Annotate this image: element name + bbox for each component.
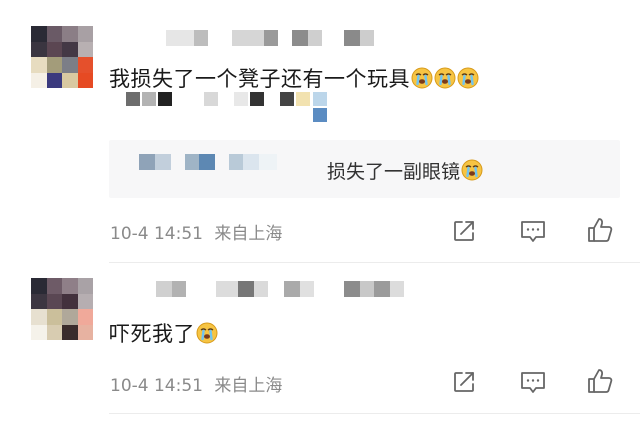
username-blurred[interactable]	[166, 30, 374, 46]
comment-text: 我损失了一个凳子还有一个玩具	[109, 63, 479, 93]
like-icon	[588, 369, 613, 393]
location: 来自上海	[214, 224, 283, 244]
crying-face-emoji	[457, 67, 479, 89]
timestamp: 10-4 14:51	[110, 376, 203, 396]
crying-face-emoji	[461, 159, 484, 181]
timestamp: 10-4 14:51	[110, 224, 203, 244]
like-icon	[588, 218, 613, 242]
comment-icon	[521, 372, 545, 393]
reply-text: 损失了一副眼镜	[327, 157, 484, 184]
divider	[109, 413, 640, 414]
like-button[interactable]	[586, 216, 614, 244]
share-button[interactable]	[451, 369, 477, 395]
divider	[109, 262, 640, 263]
like-button[interactable]	[586, 367, 614, 395]
reply-username-blurred	[139, 154, 277, 170]
username-blurred[interactable]	[156, 281, 404, 297]
crying-face-emoji	[434, 67, 456, 89]
crying-face-emoji	[196, 322, 218, 344]
share-button[interactable]	[451, 218, 477, 244]
share-icon	[454, 221, 474, 241]
reply-box[interactable]: 损失了一副眼镜	[109, 140, 620, 198]
crying-face-emoji	[411, 67, 433, 89]
reply-button[interactable]	[519, 218, 547, 244]
reply-button[interactable]	[519, 369, 547, 395]
share-icon	[454, 372, 474, 392]
comment-meta: 10-4 14:51 来自上海	[110, 219, 282, 244]
comment-icon	[521, 221, 545, 242]
comment-text: 吓死我了	[109, 318, 218, 348]
comment-meta: 10-4 14:51 来自上海	[110, 371, 282, 396]
avatar[interactable]	[31, 278, 93, 340]
avatar[interactable]	[31, 26, 93, 88]
location: 来自上海	[214, 376, 283, 396]
blurred-content	[126, 92, 336, 124]
